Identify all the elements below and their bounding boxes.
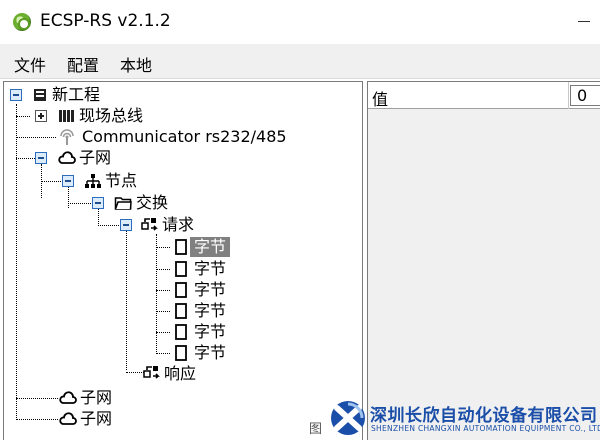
byte-icon (175, 324, 187, 340)
menu-config[interactable]: 配置 (67, 52, 99, 76)
tree-node-byte[interactable]: 字节 (194, 301, 226, 321)
tree-node-project[interactable]: 新工程 (52, 85, 100, 105)
company-name-cn: 深圳长欣自动化设备有限公司 (370, 406, 598, 426)
property-row: 值 0 (368, 82, 600, 109)
cloud-icon (58, 151, 76, 164)
tree-node-subnet[interactable]: 子网 (80, 388, 112, 408)
toggle-root[interactable] (10, 89, 22, 101)
byte-icon (175, 261, 187, 277)
project-icon (34, 89, 46, 101)
app-icon (13, 13, 31, 31)
folder-icon (114, 197, 132, 210)
hierarchy-icon (85, 174, 101, 188)
window-title: ECSP-RS v2.1.2 (40, 11, 171, 31)
tree-node-response[interactable]: 响应 (164, 364, 196, 384)
tree-node-byte[interactable]: 字节 (194, 322, 226, 342)
toggle-fieldbus[interactable] (35, 110, 47, 122)
byte-icon (175, 345, 187, 361)
toggle-request[interactable] (120, 219, 132, 231)
menu-file[interactable]: 文件 (14, 52, 46, 76)
toggle-exchange[interactable] (92, 197, 104, 209)
property-label: 值 (372, 90, 389, 109)
tree-node-subnet[interactable]: 子网 (80, 409, 112, 429)
toggle-node[interactable] (62, 175, 74, 187)
byte-icon (175, 239, 187, 255)
tree-node-fieldbus[interactable]: 现场总线 (79, 106, 143, 126)
tree-node-byte-selected[interactable]: 字节 (190, 237, 231, 257)
cloud-icon (59, 412, 77, 425)
tree-node-communicator[interactable]: Communicator rs232/485 (82, 127, 287, 147)
property-panel: 值 0 (367, 81, 600, 440)
title-bar: ECSP-RS v2.1.2 (0, 0, 600, 44)
tree-node-byte[interactable]: 字节 (194, 280, 226, 300)
cloud-icon (59, 391, 77, 404)
menu-bar: 文件 配置 本地 (0, 44, 600, 79)
tree-node-request[interactable]: 请求 (162, 215, 194, 235)
swap-icon (141, 218, 158, 231)
tree-node-byte[interactable]: 字节 (194, 343, 226, 363)
minimize-icon[interactable] (578, 21, 590, 22)
company-name-en: SHENZHEN CHANGXIN AUTOMATION EQUIPMENT C… (371, 424, 600, 433)
toggle-subnet[interactable] (35, 152, 47, 164)
byte-icon (175, 303, 187, 319)
byte-icon (175, 282, 187, 298)
tree-node-byte[interactable]: 字节 (194, 259, 226, 279)
footer-glyph: 图 (309, 422, 323, 437)
antenna-icon (60, 129, 74, 145)
company-logo-icon (331, 401, 365, 435)
menu-local[interactable]: 本地 (120, 52, 152, 76)
project-tree[interactable]: 新工程 现场总线 Communicator rs232/485 子网 节点 交换… (3, 81, 363, 440)
fieldbus-icon (59, 110, 74, 122)
tree-node-exchange[interactable]: 交换 (136, 193, 168, 213)
property-value-field[interactable]: 0 (570, 85, 600, 106)
tree-node-node[interactable]: 节点 (105, 171, 137, 191)
tree-node-subnet[interactable]: 子网 (79, 148, 111, 168)
swap-icon (143, 366, 160, 379)
